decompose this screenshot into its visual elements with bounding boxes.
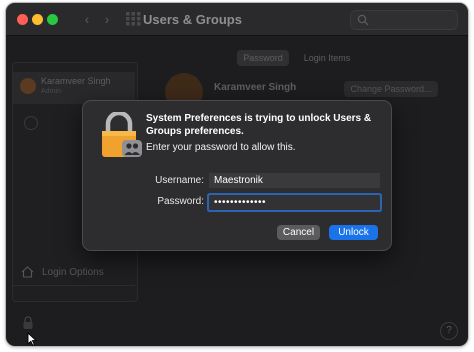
unlock-button[interactable]: Unlock: [329, 225, 378, 240]
login-options-item[interactable]: Login Options: [42, 267, 104, 278]
sidebar-user-role: Admin: [41, 88, 61, 95]
close-window-button[interactable]: [17, 14, 28, 25]
minimize-window-button[interactable]: [32, 14, 43, 25]
main-user-name: Karamveer Singh: [214, 82, 297, 93]
tab-password[interactable]: Password: [237, 50, 289, 66]
search-input[interactable]: [350, 10, 458, 30]
username-label: Username:: [155, 175, 204, 186]
dialog-subtitle: Enter your password to allow this.: [146, 142, 296, 153]
padlock-users-icon: [102, 112, 142, 157]
title-bar: ‹ › Users & Groups: [6, 3, 468, 36]
house-icon: [21, 266, 34, 278]
mouse-pointer-icon: [27, 332, 37, 346]
tab-login-items[interactable]: Login Items: [295, 50, 359, 66]
forward-arrow-icon[interactable]: ›: [100, 11, 114, 27]
sidebar-user-name: Karamveer Singh: [41, 76, 111, 86]
cancel-button[interactable]: Cancel: [277, 225, 320, 240]
lock-icon[interactable]: [22, 316, 34, 330]
dialog-title: System Preferences is trying to unlock U…: [146, 113, 372, 137]
help-button[interactable]: ?: [440, 322, 458, 340]
password-field[interactable]: •••••••••••••: [209, 195, 380, 210]
sidebar-user-avatar: [20, 78, 36, 94]
change-password-button[interactable]: Change Password...: [344, 81, 438, 97]
window-title: Users & Groups: [143, 12, 242, 27]
zoom-window-button[interactable]: [47, 14, 58, 25]
username-field[interactable]: Maestronik: [209, 173, 380, 188]
sidebar-divider: [13, 285, 135, 286]
password-label: Password:: [157, 196, 204, 207]
back-arrow-icon[interactable]: ‹: [80, 11, 94, 27]
show-all-grid-icon[interactable]: [126, 12, 141, 26]
search-icon: [357, 14, 369, 26]
sidebar-user-icon: [24, 116, 38, 130]
